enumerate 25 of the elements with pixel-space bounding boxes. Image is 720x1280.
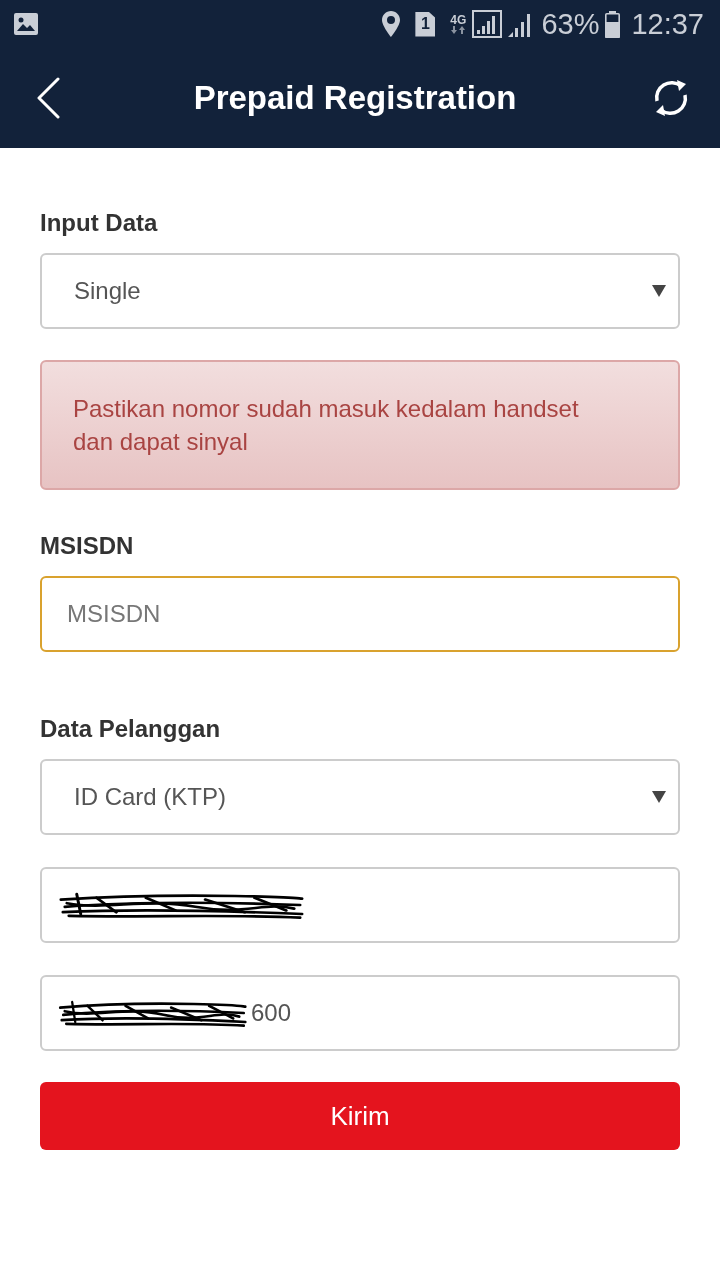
back-button[interactable]: [36, 77, 60, 119]
input-field[interactable]: [40, 867, 680, 943]
caret-icon: [652, 790, 666, 804]
field-label: Data Pelanggan: [40, 714, 221, 744]
battery-icon: [605, 10, 621, 38]
gallery-icon: [14, 13, 38, 35]
field-label: Input Data: [40, 208, 158, 238]
back-icon: [36, 77, 60, 119]
input-field[interactable]: 600: [40, 975, 680, 1051]
data-arrows-icon: [451, 26, 466, 34]
clock-time: 12:37: [631, 8, 704, 40]
signal-strength-icon: [472, 10, 503, 38]
submit-button[interactable]: Kirim: [40, 1082, 680, 1150]
warning-alert: Pastikan nomor sudah masuk kedalam handset dan dapat sinyal: [40, 360, 680, 490]
field-label: MSISDN: [40, 531, 134, 561]
dropdown-select[interactable]: ID Card (KTP): [40, 759, 680, 835]
signal-strength-icon: [508, 11, 533, 37]
network-type-label: 4G: [450, 14, 467, 26]
input-field[interactable]: MSISDN: [40, 576, 680, 652]
page-title: Prepaid Registration: [192, 78, 518, 118]
sim-indicator: 1: [415, 11, 436, 37]
location-pin-icon: [382, 11, 401, 37]
caret-icon: [652, 284, 666, 298]
dropdown-select[interactable]: Single: [40, 253, 680, 329]
battery-percentage: 63%: [541, 8, 600, 40]
